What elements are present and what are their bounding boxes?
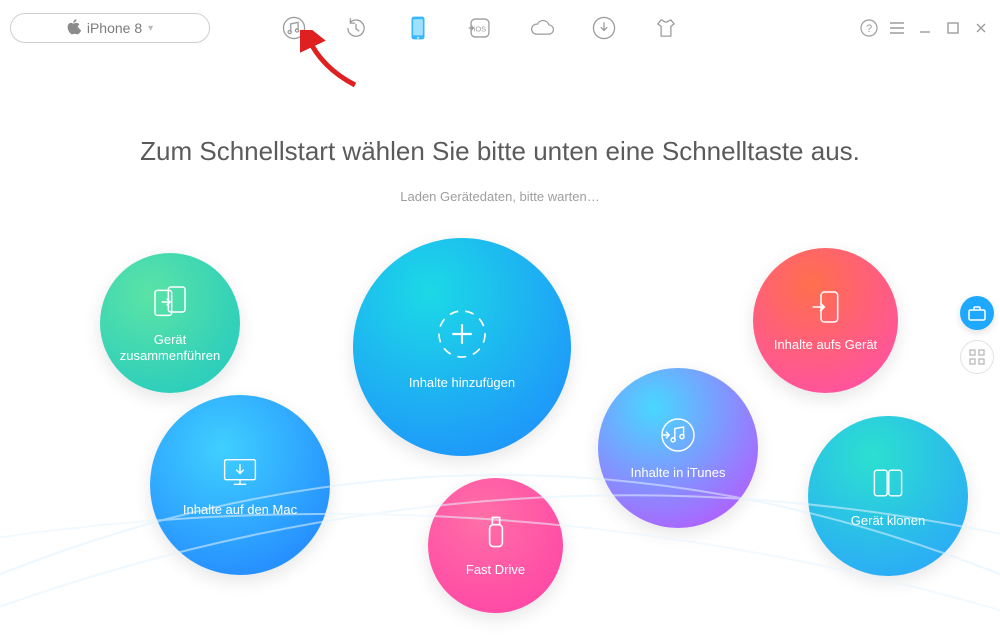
bubble-label: Gerät zusammenführen: [100, 332, 240, 365]
toolbar: iPhone 8 ▾ iOS ?: [0, 0, 1000, 56]
bubble-content-to-mac[interactable]: Inhalte auf den Mac: [150, 395, 330, 575]
bubble-label: Inhalte auf den Mac: [175, 502, 305, 518]
svg-text:?: ?: [866, 23, 872, 35]
bubble-clone-device[interactable]: Gerät klonen: [808, 416, 968, 576]
view-mode-shortcuts[interactable]: [960, 296, 994, 330]
usb-drive-icon: [476, 512, 516, 552]
bubble-label: Inhalte hinzufügen: [401, 375, 523, 391]
bubble-fast-drive[interactable]: Fast Drive: [428, 478, 563, 613]
device-name: iPhone 8: [87, 20, 142, 36]
apple-icon: [67, 19, 81, 38]
monitor-download-icon: [220, 452, 260, 492]
itunes-arrow-icon: [658, 415, 698, 455]
to-device-icon: [806, 287, 846, 327]
bubble-content-to-itunes[interactable]: Inhalte in iTunes: [598, 368, 758, 528]
maximize-button[interactable]: [944, 19, 962, 37]
bubble-label: Inhalte aufs Gerät: [766, 337, 885, 353]
bubble-label: Gerät klonen: [843, 513, 933, 529]
bubble-add-content[interactable]: Inhalte hinzufügen: [353, 238, 571, 456]
svg-text:iOS: iOS: [474, 24, 486, 33]
minimize-button[interactable]: [916, 19, 934, 37]
view-mode-categories[interactable]: [960, 340, 994, 374]
window-controls: ?: [860, 19, 990, 37]
page-subtitle: Laden Gerätedaten, bitte warten…: [0, 189, 1000, 204]
nav-ios-mover[interactable]: iOS: [466, 14, 494, 42]
merge-device-icon: [150, 282, 190, 322]
nav-skins[interactable]: [652, 14, 680, 42]
help-button[interactable]: ?: [860, 19, 878, 37]
nav-itunes-library[interactable]: [280, 14, 308, 42]
device-selector[interactable]: iPhone 8 ▾: [10, 13, 210, 43]
briefcase-icon: [968, 305, 986, 321]
nav-icloud[interactable]: [528, 14, 556, 42]
nav-device-manager[interactable]: [404, 14, 432, 42]
bubble-merge-device[interactable]: Gerät zusammenführen: [100, 253, 240, 393]
nav-backup-history[interactable]: [342, 14, 370, 42]
bubble-content-to-device[interactable]: Inhalte aufs Gerät: [753, 248, 898, 393]
menu-button[interactable]: [888, 19, 906, 37]
close-button[interactable]: [972, 19, 990, 37]
clone-device-icon: [868, 463, 908, 503]
bubble-label: Fast Drive: [458, 562, 533, 578]
chevron-down-icon: ▾: [148, 23, 153, 34]
nav-download[interactable]: [590, 14, 618, 42]
grid-icon: [969, 349, 985, 365]
bubble-label: Inhalte in iTunes: [623, 465, 734, 481]
page-title: Zum Schnellstart wählen Sie bitte unten …: [0, 136, 1000, 167]
nav-tabs: iOS: [280, 14, 680, 42]
add-circle-icon: [431, 303, 493, 365]
